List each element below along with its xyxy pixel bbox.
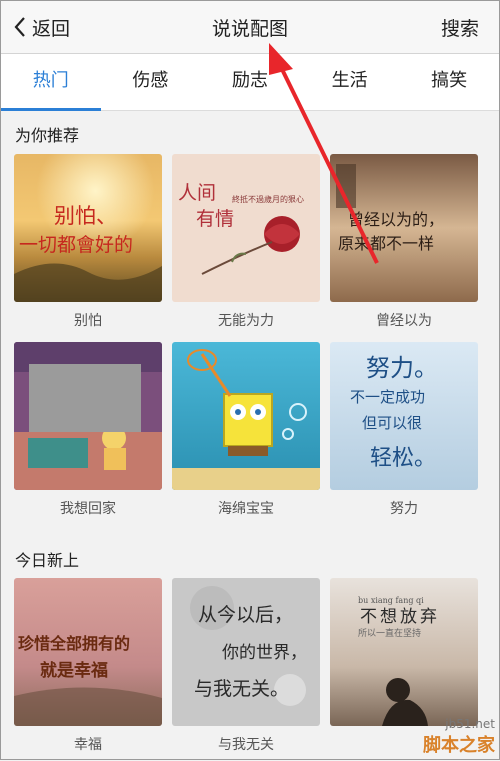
image-card-cengjingyiwei[interactable]: 曾经以为的， 原来都不一样 曾经以为	[330, 154, 478, 330]
card-text-line1: 人间	[178, 182, 217, 204]
card-image: 别怕、 一切都會好的	[14, 154, 162, 302]
watermark: jb51.net 脚本之家	[423, 717, 495, 757]
section-title-new-today: 今日新上	[15, 551, 80, 570]
card-text-line2: 你的世界，	[222, 643, 307, 663]
card-image: bu xiang fang qi 不想放弃 所以一直在坚持	[330, 578, 478, 726]
top-bar: 返回 说说配图 搜索	[1, 1, 499, 54]
card-image: 珍惜全部拥有的 就是幸福	[14, 578, 162, 726]
card-text-line1: 从今以后，	[198, 604, 294, 626]
card-caption: 无能为力	[218, 313, 274, 329]
card-image: 努力。 不一定成功 但可以很 轻松。	[330, 342, 478, 490]
image-card-woxianghuijia[interactable]: 我想回家	[14, 342, 162, 518]
card-image: 从今以后， 你的世界， 与我无关。	[172, 578, 320, 726]
tab-hot[interactable]: 热门	[1, 54, 101, 111]
card-text-line2: 就是幸福	[40, 661, 108, 681]
card-text-line2: 一切都會好的	[19, 234, 134, 256]
card-text-line4: 轻松。	[370, 446, 437, 471]
watermark-url: jb51.net	[445, 717, 495, 731]
tab-inspirational[interactable]: 励志	[200, 54, 300, 110]
card-image: 人间 有情 終抵不過歲月的狠心	[172, 154, 320, 302]
page-title: 说说配图	[211, 18, 288, 40]
card-text-line2: 不一定成功	[350, 388, 426, 406]
tab-funny[interactable]: 搞笑	[399, 54, 499, 110]
tab-life[interactable]: 生活	[300, 54, 400, 110]
section-title-recommended: 为你推荐	[15, 126, 80, 145]
card-text-line3: 与我无关。	[194, 678, 290, 700]
image-card-buxiangfangqi[interactable]: bu xiang fang qi 不想放弃 所以一直在坚持	[330, 578, 478, 734]
card-text-line2: 原来都不一样	[338, 234, 435, 253]
card-image	[172, 342, 320, 490]
card-text-line3: 但可以很	[362, 414, 423, 432]
card-caption: 曾经以为	[376, 313, 432, 329]
card-small-text: 終抵不過歲月的狠心	[232, 195, 304, 204]
image-card-biepa[interactable]: 别怕、 一切都會好的 别怕	[14, 154, 162, 330]
card-text-line1: 努力。	[366, 354, 438, 382]
card-caption: 努力	[390, 501, 418, 517]
card-caption: 与我无关	[218, 737, 274, 753]
card-image: 曾经以为的， 原来都不一样	[330, 154, 478, 302]
card-text-line1: 别怕、	[54, 204, 117, 228]
search-button[interactable]: 搜索	[441, 14, 479, 41]
card-image	[14, 342, 162, 490]
card-text-line1: 不想放弃	[360, 607, 440, 627]
category-tabs: 热门 伤感 励志 生活 搞笑	[1, 54, 499, 111]
card-caption: 海绵宝宝	[218, 501, 274, 517]
card-text-line1: 曾经以为的，	[348, 210, 445, 229]
card-text-line1: 珍惜全部拥有的	[18, 634, 131, 653]
image-card-nuli[interactable]: 努力。 不一定成功 但可以很 轻松。 努力	[330, 342, 478, 518]
watermark-name: 脚本之家	[423, 735, 495, 756]
card-small-text: 所以一直在坚持	[358, 629, 422, 639]
card-caption: 我想回家	[60, 501, 116, 517]
image-card-wunengweili[interactable]: 人间 有情 終抵不過歲月的狠心 无能为力	[172, 154, 320, 330]
image-card-haimianbaobao[interactable]: 海绵宝宝	[172, 342, 320, 518]
image-card-yuwowuguan[interactable]: 从今以后， 你的世界， 与我无关。 与我无关	[172, 578, 320, 754]
redaction-block	[29, 364, 141, 432]
card-caption: 幸福	[74, 737, 102, 753]
image-card-xingfu[interactable]: 珍惜全部拥有的 就是幸福 幸福	[14, 578, 162, 754]
tab-sad[interactable]: 伤感	[101, 54, 201, 110]
card-caption: 别怕	[74, 313, 102, 329]
card-text-line2: 有情	[196, 208, 235, 230]
